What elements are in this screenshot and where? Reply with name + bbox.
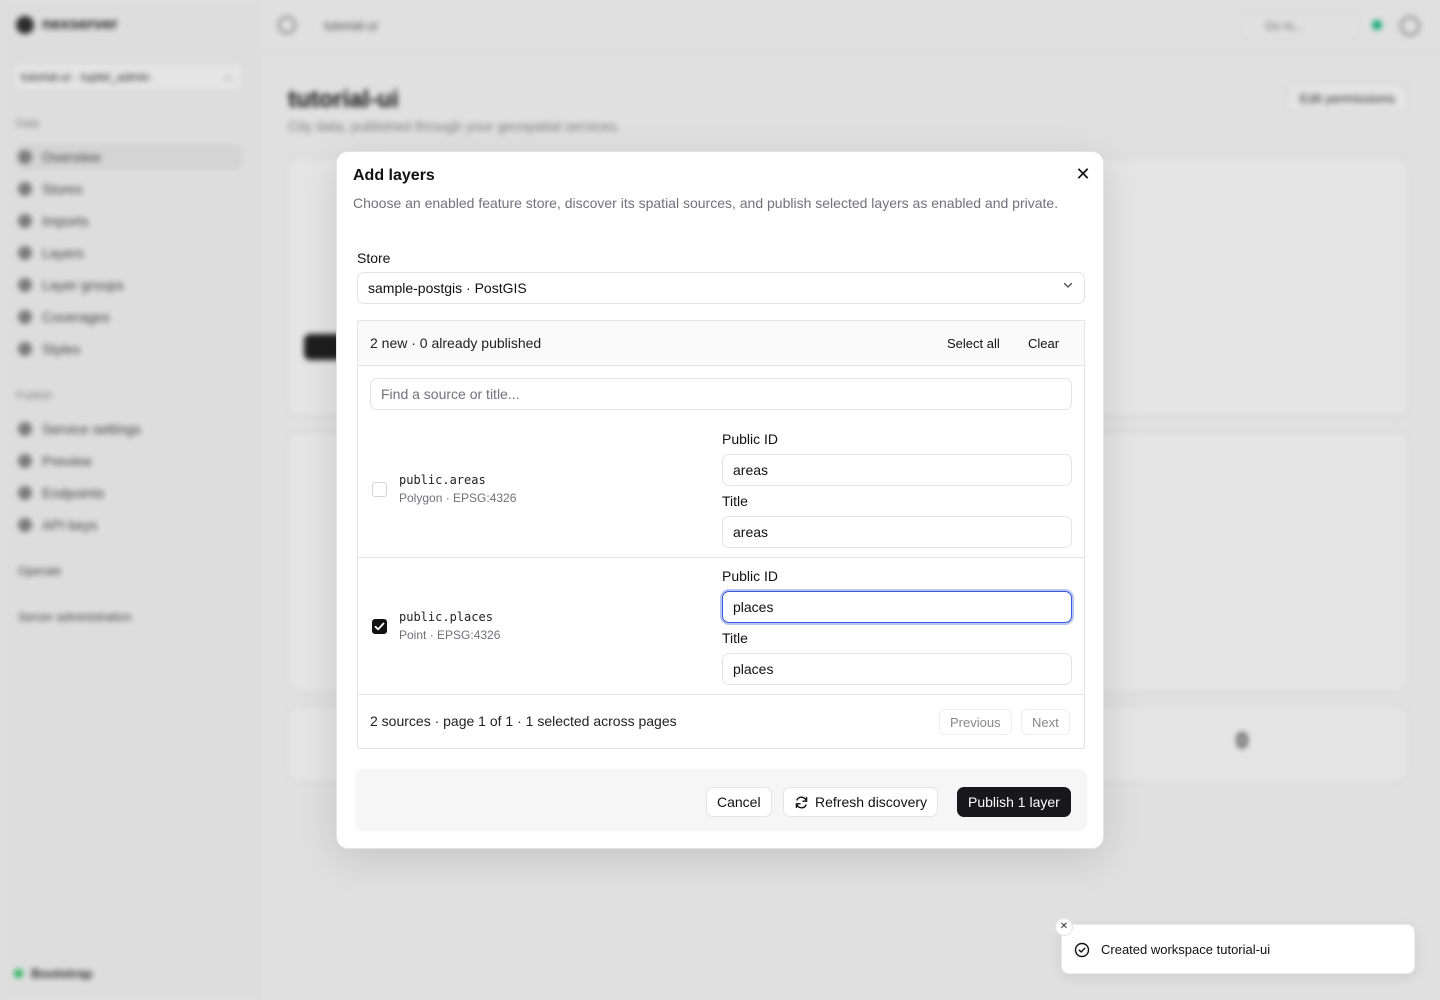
next-page-button[interactable]: Next — [1021, 709, 1070, 735]
refresh-discovery-label: Refresh discovery — [815, 794, 928, 810]
toast-message: Created workspace tutorial-ui — [1101, 942, 1271, 957]
source-checkbox[interactable] — [372, 619, 387, 634]
dialog-title: Add layers — [353, 167, 435, 184]
title-label: Title — [722, 493, 748, 509]
discovery-panel: 2 new · 0 already published Select all C… — [357, 320, 1085, 749]
previous-page-button[interactable]: Previous — [939, 709, 1012, 735]
source-row: public.areas Polygon · EPSG:4326 Public … — [358, 421, 1084, 558]
title-input[interactable] — [722, 516, 1072, 548]
public-id-label: Public ID — [722, 568, 779, 584]
source-meta: Polygon · EPSG:4326 — [399, 491, 517, 505]
store-label: Store — [357, 250, 391, 266]
select-all-button[interactable]: Select all — [947, 333, 1000, 353]
dialog-description: Choose an enabled feature store, discove… — [353, 195, 1059, 211]
publish-button-label: Publish 1 layer — [968, 794, 1060, 810]
publish-button[interactable]: Publish 1 layer — [957, 787, 1071, 817]
cancel-button[interactable]: Cancel — [706, 787, 772, 817]
clear-button[interactable]: Clear — [1028, 333, 1059, 353]
discovery-header: 2 new · 0 already published Select all C… — [358, 321, 1084, 366]
refresh-discovery-button[interactable]: Refresh discovery — [783, 787, 939, 817]
check-circle-icon — [1074, 942, 1090, 958]
dialog-footer: Cancel Refresh discovery Publish 1 layer — [355, 769, 1087, 831]
close-icon[interactable]: ✕ — [1073, 164, 1093, 184]
cancel-button-label: Cancel — [717, 794, 761, 810]
public-id-label: Public ID — [722, 431, 779, 447]
public-id-input[interactable] — [722, 591, 1072, 623]
pagination-summary: 2 sources · page 1 of 1 · 1 selected acr… — [370, 713, 677, 729]
title-input[interactable] — [722, 653, 1072, 685]
refresh-icon — [795, 796, 808, 808]
source-checkbox[interactable] — [372, 482, 387, 497]
toast-close-icon[interactable]: ✕ — [1055, 918, 1073, 936]
source-name: public.places — [399, 610, 493, 624]
check-icon — [374, 622, 385, 631]
store-select-value: sample-postgis · PostGIS — [368, 280, 527, 296]
store-select[interactable]: sample-postgis · PostGIS — [357, 272, 1085, 304]
toast-notification: ✕ Created workspace tutorial-ui — [1055, 918, 1415, 974]
add-layers-dialog: Add layers Choose an enabled feature sto… — [336, 151, 1104, 849]
source-row: public.places Point · EPSG:4326 Public I… — [358, 558, 1084, 695]
public-id-input[interactable] — [722, 454, 1072, 486]
chevron-down-icon — [1063, 282, 1073, 288]
source-name: public.areas — [399, 473, 486, 487]
discovery-summary: 2 new · 0 already published — [370, 335, 542, 351]
source-meta: Point · EPSG:4326 — [399, 628, 501, 642]
find-source-input[interactable] — [370, 378, 1072, 410]
title-label: Title — [722, 630, 748, 646]
